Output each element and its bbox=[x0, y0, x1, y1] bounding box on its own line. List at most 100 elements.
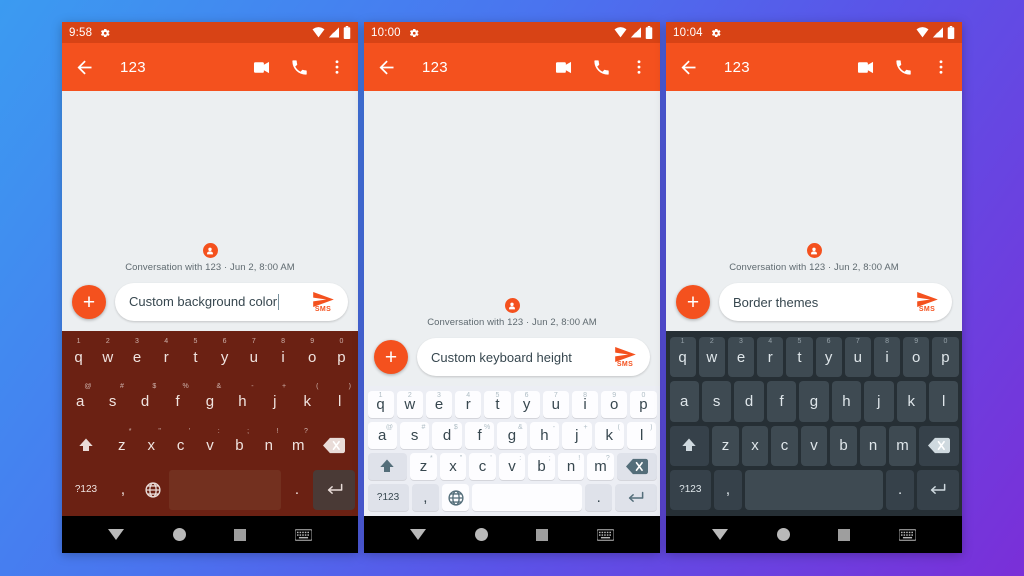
shift-key-icon[interactable] bbox=[65, 426, 106, 466]
key-g[interactable]: g & bbox=[497, 422, 527, 449]
key-m[interactable]: m bbox=[889, 425, 916, 466]
key-b[interactable]: b; bbox=[226, 426, 253, 466]
arrow-back-icon[interactable] bbox=[678, 57, 699, 78]
enter-key-icon[interactable] bbox=[313, 469, 355, 510]
key-h[interactable]: h- bbox=[529, 422, 560, 449]
key-c[interactable]: c ' bbox=[167, 426, 194, 466]
key-punct[interactable]: , bbox=[109, 470, 137, 510]
nav-home-icon[interactable] bbox=[776, 528, 790, 541]
key-i[interactable]: i8 bbox=[269, 337, 296, 377]
backspace-key-icon[interactable] bbox=[314, 426, 355, 466]
phone-call-icon[interactable] bbox=[894, 58, 913, 77]
key-f[interactable]: f% bbox=[464, 422, 495, 449]
key-p[interactable]: p0 bbox=[932, 337, 959, 378]
key-g[interactable]: g bbox=[799, 381, 829, 422]
key-r[interactable]: r4 bbox=[455, 391, 482, 418]
key-w[interactable]: w2 bbox=[698, 337, 725, 378]
send-button[interactable]: SMS bbox=[608, 346, 642, 368]
shift-key-icon[interactable] bbox=[669, 425, 710, 466]
key-d[interactable]: d $ bbox=[130, 381, 160, 421]
key-o[interactable]: o9 bbox=[903, 337, 930, 378]
arrow-back-icon[interactable] bbox=[376, 57, 397, 78]
arrow-back-icon[interactable] bbox=[74, 57, 95, 78]
key-r[interactable]: r4 bbox=[153, 337, 180, 377]
key-punct[interactable]: , bbox=[714, 469, 742, 510]
key-w[interactable]: w2 bbox=[396, 391, 423, 418]
key-?123[interactable]: ?123 bbox=[367, 484, 409, 511]
key-s[interactable]: s bbox=[701, 381, 732, 422]
key-x[interactable]: x " bbox=[138, 426, 165, 466]
enter-key-icon[interactable] bbox=[916, 469, 959, 510]
more-vert-icon[interactable] bbox=[630, 58, 648, 76]
message-input-field[interactable]: Custom keyboard height SMS bbox=[417, 338, 650, 376]
key-f[interactable]: f bbox=[766, 381, 797, 422]
key-a[interactable]: a @ bbox=[367, 422, 397, 449]
message-input-field[interactable]: Custom background color SMS bbox=[115, 283, 348, 321]
key-u[interactable]: u7 bbox=[240, 337, 267, 377]
key-y[interactable]: y6 bbox=[815, 337, 842, 378]
key-d[interactable]: d bbox=[734, 381, 764, 422]
nav-home-icon[interactable] bbox=[172, 528, 186, 541]
nav-keyboard-icon[interactable] bbox=[294, 528, 312, 541]
key-c[interactable]: c ' bbox=[469, 453, 496, 480]
key-k[interactable]: k( bbox=[292, 381, 322, 421]
key-punct[interactable]: . bbox=[886, 469, 914, 510]
video-call-icon[interactable] bbox=[554, 58, 573, 77]
key-space[interactable] bbox=[744, 469, 884, 510]
key-h[interactable]: h bbox=[831, 381, 862, 422]
key-r[interactable]: r4 bbox=[757, 337, 784, 378]
key-s[interactable]: s # bbox=[399, 422, 430, 449]
key-k[interactable]: k( bbox=[594, 422, 624, 449]
key-p[interactable]: p0 bbox=[328, 337, 355, 377]
key-punct[interactable]: . bbox=[585, 484, 613, 511]
key-?123[interactable]: ?123 bbox=[65, 470, 107, 510]
key-m[interactable]: m? bbox=[285, 426, 312, 466]
key-j[interactable]: j + bbox=[260, 381, 290, 421]
key-n[interactable]: n bbox=[859, 425, 887, 466]
nav-recents-icon[interactable] bbox=[536, 528, 549, 541]
key-a[interactable]: a @ bbox=[65, 381, 95, 421]
key-o[interactable]: o9 bbox=[601, 391, 628, 418]
key-z[interactable]: z bbox=[712, 425, 739, 466]
key-w[interactable]: w2 bbox=[94, 337, 121, 377]
key-p[interactable]: p0 bbox=[630, 391, 657, 418]
key-i[interactable]: i8 bbox=[571, 391, 599, 418]
nav-keyboard-icon[interactable] bbox=[596, 528, 614, 541]
key-l[interactable]: l) bbox=[627, 422, 657, 449]
key-u[interactable]: u7 bbox=[844, 337, 871, 378]
key-i[interactable]: i8 bbox=[873, 337, 901, 378]
phone-call-icon[interactable] bbox=[592, 58, 611, 77]
key-space[interactable] bbox=[472, 484, 582, 511]
key-t[interactable]: t5 bbox=[484, 391, 511, 418]
more-vert-icon[interactable] bbox=[328, 58, 346, 76]
key-l[interactable]: l) bbox=[325, 381, 355, 421]
attach-button[interactable]: + bbox=[374, 340, 408, 374]
message-input-field[interactable]: Border themes SMS bbox=[719, 283, 952, 321]
video-call-icon[interactable] bbox=[856, 58, 875, 77]
key-s[interactable]: s # bbox=[97, 381, 127, 421]
key-z[interactable]: z * bbox=[410, 453, 437, 480]
key-u[interactable]: u7 bbox=[542, 391, 569, 418]
key-punct[interactable]: , bbox=[411, 484, 439, 511]
key-k[interactable]: k bbox=[896, 381, 926, 422]
nav-back-icon[interactable] bbox=[410, 529, 427, 540]
more-vert-icon[interactable] bbox=[932, 58, 950, 76]
key-y[interactable]: y6 bbox=[211, 337, 238, 377]
globe-key-icon[interactable] bbox=[442, 484, 470, 511]
globe-key-icon[interactable] bbox=[139, 470, 167, 510]
key-t[interactable]: t5 bbox=[182, 337, 209, 377]
key-e[interactable]: e3 bbox=[425, 391, 453, 418]
key-?123[interactable]: ?123 bbox=[669, 469, 712, 510]
key-x[interactable]: x bbox=[741, 425, 769, 466]
key-q[interactable]: q1 bbox=[367, 391, 394, 418]
key-t[interactable]: t5 bbox=[786, 337, 813, 378]
key-d[interactable]: d $ bbox=[432, 422, 462, 449]
backspace-key-icon[interactable] bbox=[616, 453, 657, 480]
send-button[interactable]: SMS bbox=[910, 291, 944, 313]
key-b[interactable]: b; bbox=[528, 453, 555, 480]
send-button[interactable]: SMS bbox=[306, 291, 340, 313]
key-h[interactable]: h- bbox=[227, 381, 257, 421]
key-j[interactable]: j + bbox=[562, 422, 592, 449]
key-a[interactable]: a bbox=[669, 381, 699, 422]
key-j[interactable]: j bbox=[864, 381, 894, 422]
